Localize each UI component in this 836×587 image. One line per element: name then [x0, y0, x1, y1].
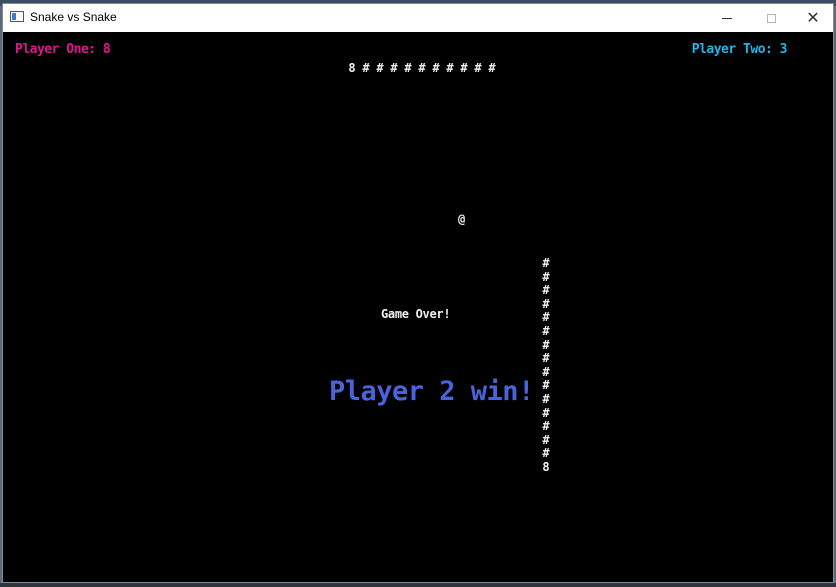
game-canvas[interactable]: Player One: 8 Player Two: 3 8 # # # # # # # # # # …	[3, 32, 833, 582]
app-window-icon	[10, 11, 24, 22]
snake-two-segment: #	[542, 256, 550, 270]
snake-one-segment: #	[404, 61, 412, 75]
snake-one-segment: #	[390, 61, 398, 75]
game-window: Snake vs Snake ✕ Player One: 8 Player Tw…	[2, 3, 834, 583]
snake-two-segment: #	[542, 310, 550, 324]
winner-message: Player 2 win!	[329, 376, 534, 407]
player-two-score: Player Two: 3	[691, 42, 788, 57]
snake-one-segment: #	[362, 61, 370, 75]
snake-one-head: 8	[348, 61, 356, 75]
close-button[interactable]: ✕	[791, 4, 835, 32]
snake-two-segment: #	[542, 419, 550, 433]
close-icon: ✕	[806, 8, 820, 27]
snake-two-head: 8	[542, 460, 550, 474]
title-bar[interactable]: Snake vs Snake ✕	[3, 4, 833, 32]
window-title: Snake vs Snake	[30, 10, 117, 24]
player-one-score: Player One: 8	[15, 42, 111, 57]
snake-two-segment: #	[542, 392, 550, 406]
game-over-message: Game Over!	[381, 307, 451, 321]
snake-two-segment: #	[542, 378, 550, 392]
snake-one-segment: #	[446, 61, 454, 75]
snake-one-segment: #	[432, 61, 440, 75]
snake-two-segment: #	[542, 351, 550, 365]
minimize-button[interactable]	[705, 4, 749, 32]
snake-two-segment: #	[542, 433, 550, 447]
snake-one-segment: #	[376, 61, 384, 75]
maximize-button[interactable]	[749, 4, 793, 32]
snake-two-segment: #	[542, 338, 550, 352]
snake-one-segment: #	[474, 61, 482, 75]
taskbar-edge	[0, 583, 836, 587]
snake-one-segment: #	[418, 61, 426, 75]
snake-two-segment: #	[542, 324, 550, 338]
snake-one-segment: #	[488, 61, 496, 75]
minimize-icon	[722, 17, 732, 19]
snake-one-segment: #	[460, 61, 468, 75]
snake-two-segment: #	[542, 297, 550, 311]
snake-two-segment: #	[542, 446, 550, 460]
snake-two-segment: #	[542, 283, 550, 297]
snake-two-segment: #	[542, 365, 550, 379]
food-pellet: @	[458, 212, 466, 226]
maximize-icon	[766, 13, 776, 23]
snake-two-segment: #	[542, 406, 550, 420]
snake-two-segment: #	[542, 270, 550, 284]
